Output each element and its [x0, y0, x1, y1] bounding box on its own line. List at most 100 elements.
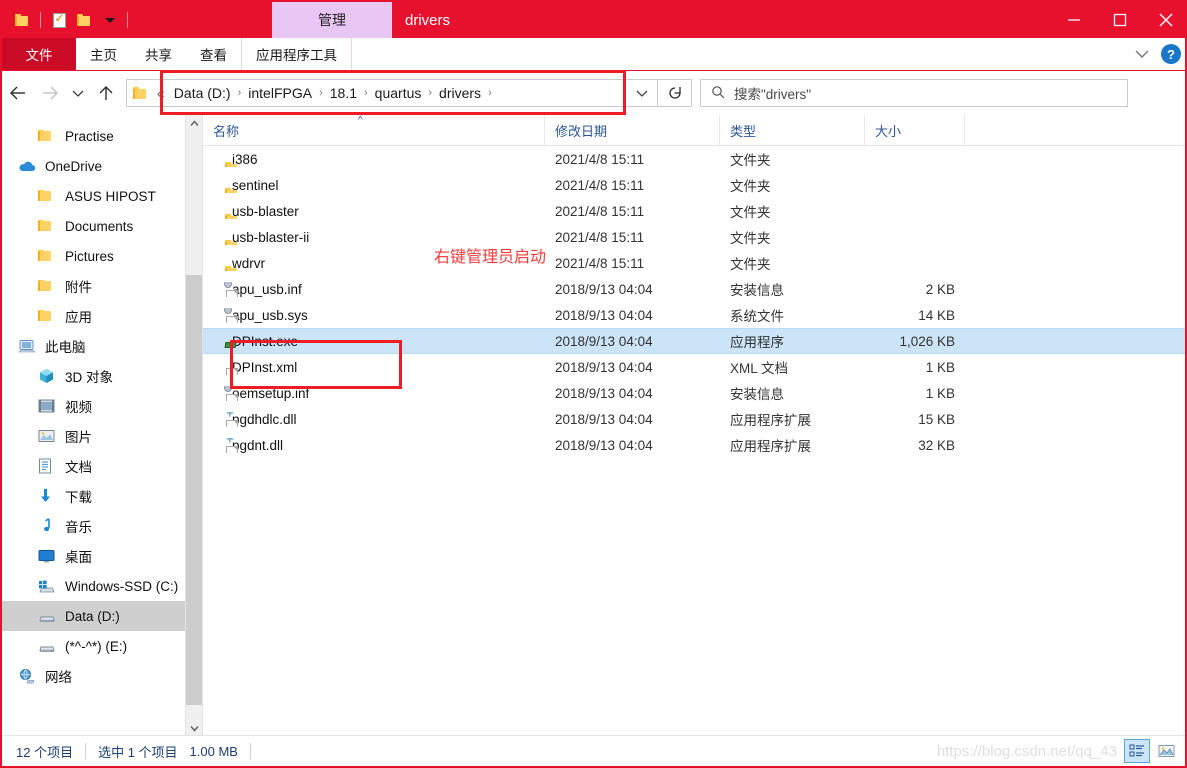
sidebar-item-13[interactable]: 音乐: [2, 511, 202, 541]
breadcrumb-separator[interactable]: ›: [426, 87, 434, 99]
sidebar-item-7[interactable]: 此电脑: [2, 331, 202, 361]
column-header-name[interactable]: 名称 ^: [203, 115, 545, 145]
sidebar-item-label: 此电脑: [45, 340, 86, 355]
chevron-down-icon[interactable]: [1131, 43, 1153, 65]
tab-application-tools[interactable]: 应用程序工具: [241, 38, 352, 70]
watermark: https://blog.csdn.net/qq_43: [936, 743, 1117, 760]
large-icons-view-button[interactable]: [1153, 739, 1179, 763]
breadcrumb-item-1[interactable]: intelFPGA: [243, 85, 317, 101]
breadcrumb-item-0[interactable]: Data (D:): [169, 85, 236, 101]
table-row[interactable]: usb-blaster 2021/4/8 15:11 文件夹: [203, 198, 1185, 224]
sidebar-item-label: 桌面: [65, 550, 92, 565]
breadcrumb-overflow[interactable]: «: [153, 85, 169, 101]
sidebar-item-9[interactable]: 视频: [2, 391, 202, 421]
cell-name: pgdnt.dll: [203, 437, 545, 453]
contextual-tab-label: 管理: [318, 12, 346, 28]
breadcrumb-separator[interactable]: ›: [317, 87, 325, 99]
table-row[interactable]: DPInst.exe 2018/9/13 04:04 应用程序 1,026 KB: [203, 328, 1185, 354]
sidebar-item-10[interactable]: 图片: [2, 421, 202, 451]
tab-home[interactable]: 主页: [76, 38, 131, 70]
status-bar: 12 个项目 选中 1 个项目 1.00 MB https://blog.csd…: [2, 735, 1185, 766]
recent-locations-button[interactable]: [66, 77, 90, 109]
table-row[interactable]: sentinel 2021/4/8 15:11 文件夹: [203, 172, 1185, 198]
sidebar-item-2[interactable]: ASUS HIPOST: [2, 181, 202, 211]
cell-type: 文件夹: [730, 257, 771, 272]
search-input[interactable]: 搜索"drivers": [700, 79, 1128, 107]
quick-access-toolbar: [2, 2, 131, 38]
cell-date: 2018/9/13 04:04: [555, 411, 653, 427]
new-folder-icon[interactable]: [74, 10, 94, 30]
cell-date: 2018/9/13 04:04: [555, 359, 653, 375]
sidebar-item-label: OneDrive: [45, 158, 103, 174]
chevron-down-icon[interactable]: [99, 10, 119, 30]
minimize-icon[interactable]: [1051, 2, 1097, 38]
selection-count: 选中 1 个项目: [98, 744, 178, 760]
status-divider-2: [249, 743, 251, 759]
details-view-button[interactable]: [1124, 739, 1150, 763]
breadcrumb-separator[interactable]: ›: [362, 87, 370, 99]
breadcrumb-item-2[interactable]: 18.1: [325, 85, 362, 101]
table-row[interactable]: DPInst.xml 2018/9/13 04:04 XML 文档 1 KB: [203, 354, 1185, 380]
sidebar-item-3[interactable]: Documents: [2, 211, 202, 241]
properties-checkbox-icon[interactable]: [49, 10, 69, 30]
breadcrumb-item-3[interactable]: quartus: [370, 85, 427, 101]
refresh-icon[interactable]: [658, 79, 692, 107]
sidebar-item-17[interactable]: (*^-^*) (E:): [2, 631, 202, 661]
breadcrumb-separator[interactable]: ›: [486, 87, 494, 99]
sidebar-item-18[interactable]: 网络: [2, 661, 202, 691]
view-mode-buttons: [1124, 739, 1179, 763]
tab-share[interactable]: 共享: [131, 38, 186, 70]
sidebar-item-label: ASUS HIPOST: [65, 188, 156, 204]
file-name: apu_usb.inf: [232, 281, 302, 297]
sidebar-item-label: Data (D:): [65, 608, 120, 624]
chevron-down-icon[interactable]: [627, 80, 657, 106]
sidebar-item-0[interactable]: Practise: [2, 121, 202, 151]
close-icon[interactable]: [1143, 2, 1185, 38]
tab-file[interactable]: 文件: [2, 38, 76, 70]
table-row[interactable]: pgdnt.dll 2018/9/13 04:04 应用程序扩展 32 KB: [203, 432, 1185, 458]
scrollbar-thumb[interactable]: [186, 275, 202, 705]
sidebar-item-label: 图片: [65, 430, 92, 445]
sidebar-item-5[interactable]: 附件: [2, 271, 202, 301]
forward-button[interactable]: [34, 77, 66, 109]
back-button[interactable]: [2, 77, 34, 109]
sidebar-item-label: 视频: [65, 400, 92, 415]
maximize-icon[interactable]: [1097, 2, 1143, 38]
cell-date: 2021/4/8 15:11: [555, 177, 645, 193]
folder-icon: [133, 87, 147, 99]
breadcrumb-bar[interactable]: « Data (D:) › intelFPGA › 18.1 › quartus…: [126, 79, 658, 107]
table-row[interactable]: oemsetup.inf 2018/9/13 04:04 安装信息 1 KB: [203, 380, 1185, 406]
sidebar-item-4[interactable]: Pictures: [2, 241, 202, 271]
desktop-icon: [38, 549, 58, 563]
sidebar-item-8[interactable]: 3D 对象: [2, 361, 202, 391]
table-row[interactable]: pgdhdlc.dll 2018/9/13 04:04 应用程序扩展 15 KB: [203, 406, 1185, 432]
table-row[interactable]: usb-blaster-ii 2021/4/8 15:11 文件夹: [203, 224, 1185, 250]
contextual-tab-manage[interactable]: 管理: [272, 2, 392, 38]
sidebar-item-11[interactable]: 文档: [2, 451, 202, 481]
column-header-size[interactable]: 大小: [865, 115, 965, 145]
column-header-type[interactable]: 类型: [720, 115, 865, 145]
breadcrumb-item-4[interactable]: drivers: [434, 85, 486, 101]
help-icon[interactable]: ?: [1161, 44, 1181, 64]
up-button[interactable]: [90, 77, 122, 109]
sidebar-item-label: 音乐: [65, 520, 92, 535]
table-row[interactable]: i386 2021/4/8 15:11 文件夹: [203, 146, 1185, 172]
chevron-up-icon[interactable]: [186, 115, 202, 132]
sidebar-item-14[interactable]: 桌面: [2, 541, 202, 571]
3d-objects-icon: [38, 368, 58, 384]
sidebar-item-6[interactable]: 应用: [2, 301, 202, 331]
sidebar-item-16[interactable]: Data (D:): [2, 601, 202, 631]
navigation-scrollbar[interactable]: [185, 115, 202, 737]
sidebar-item-15[interactable]: Windows-SSD (C:): [2, 571, 202, 601]
folder-icon[interactable]: [12, 10, 32, 30]
sidebar-item-1[interactable]: OneDrive: [2, 151, 202, 181]
table-row[interactable]: apu_usb.sys 2018/9/13 04:04 系统文件 14 KB: [203, 302, 1185, 328]
sidebar-item-12[interactable]: 下载: [2, 481, 202, 511]
breadcrumb-separator[interactable]: ›: [236, 87, 244, 99]
navigation-tree: Practise OneDrive ASUS HIPOST Documents Pict…: [2, 115, 202, 691]
tab-view[interactable]: 查看: [186, 38, 241, 70]
column-header-date[interactable]: 修改日期: [545, 115, 720, 145]
table-row[interactable]: apu_usb.inf 2018/9/13 04:04 安装信息 2 KB: [203, 276, 1185, 302]
cell-name: DPInst.xml: [203, 360, 545, 375]
table-row[interactable]: wdrvr 2021/4/8 15:11 文件夹: [203, 250, 1185, 276]
